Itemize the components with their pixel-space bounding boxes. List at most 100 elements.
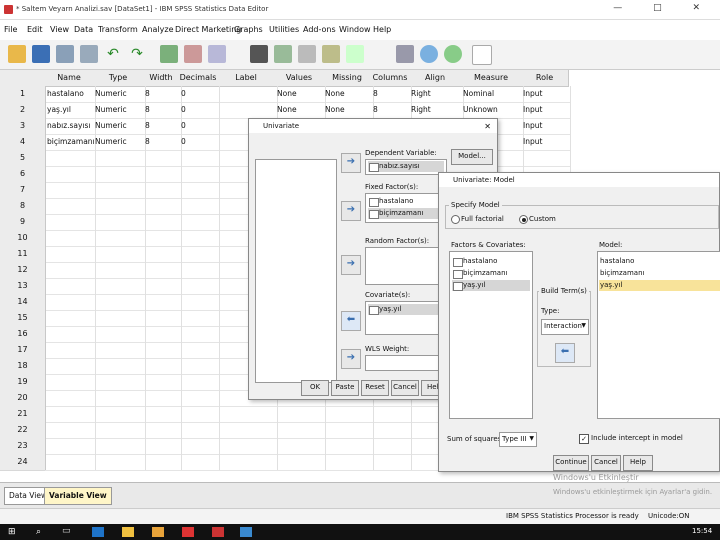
add-term-arrow-icon[interactable]: ⬅ <box>555 343 575 363</box>
continue-button[interactable]: Continue <box>553 455 589 471</box>
store-icon[interactable] <box>152 527 164 537</box>
factor-item[interactable]: yaş.yıl <box>452 280 530 291</box>
col-header-values[interactable]: Values <box>275 70 324 87</box>
cell-name[interactable] <box>45 214 96 231</box>
fixed-factors-list[interactable]: hastalano biçimzamanı <box>365 193 447 223</box>
goto-variable-icon[interactable] <box>184 45 202 63</box>
cell-width[interactable] <box>143 310 182 327</box>
model-term-item[interactable]: biçimzamanı <box>599 268 720 279</box>
cell-role[interactable]: Input <box>521 118 571 135</box>
cancel-button[interactable]: Cancel <box>391 380 419 396</box>
cell-width[interactable]: 8 <box>143 86 182 103</box>
cell-type[interactable] <box>93 406 146 423</box>
row-number[interactable]: 24 <box>0 454 46 471</box>
insert-variable-icon[interactable] <box>298 45 316 63</box>
cell-type[interactable] <box>93 246 146 263</box>
cell-role[interactable]: Input <box>521 134 571 151</box>
row-number[interactable]: 21 <box>0 406 46 423</box>
cell-type[interactable] <box>93 422 146 439</box>
weight-cases-icon[interactable] <box>346 45 364 63</box>
cell-type[interactable] <box>93 294 146 311</box>
cell-width[interactable] <box>143 182 182 199</box>
cell-width[interactable] <box>143 374 182 391</box>
cell-name[interactable] <box>45 182 96 199</box>
cell-values[interactable] <box>275 422 326 439</box>
reset-button[interactable]: Reset <box>361 380 389 396</box>
dependent-variable-item[interactable]: nabız.sayısı <box>368 161 444 172</box>
cell-type[interactable]: Numeric <box>93 118 146 135</box>
cell-decimals[interactable] <box>179 454 220 471</box>
cell-label[interactable] <box>217 438 278 455</box>
cell-name[interactable] <box>45 454 96 471</box>
print-icon[interactable] <box>56 45 74 63</box>
value-labels-icon[interactable] <box>420 45 438 63</box>
cell-name[interactable] <box>45 150 96 167</box>
undo-icon[interactable]: ↶ <box>104 45 122 63</box>
row-number[interactable]: 20 <box>0 390 46 407</box>
cell-decimals[interactable] <box>179 358 220 375</box>
factor-item[interactable]: biçimzamanı <box>452 268 530 279</box>
col-header-label[interactable]: Label <box>217 70 276 87</box>
cell-name[interactable] <box>45 246 96 263</box>
cell-missing[interactable] <box>323 422 374 439</box>
row-number[interactable]: 14 <box>0 294 46 311</box>
cell-type[interactable] <box>93 198 146 215</box>
covariate-item[interactable]: yaş.yıl <box>368 304 444 315</box>
move-random-arrow-icon[interactable]: ➔ <box>341 255 361 275</box>
include-intercept-checkbox[interactable]: ✓ <box>579 434 589 444</box>
cell-values[interactable] <box>275 438 326 455</box>
cell-decimals[interactable] <box>179 150 220 167</box>
col-header-measure[interactable]: Measure <box>461 70 522 87</box>
cell-decimals[interactable] <box>179 230 220 247</box>
row-number[interactable]: 22 <box>0 422 46 439</box>
cell-decimals[interactable] <box>179 262 220 279</box>
cell-decimals[interactable] <box>179 438 220 455</box>
menu-help[interactable]: Help <box>373 25 391 34</box>
cell-decimals[interactable] <box>179 422 220 439</box>
cell-name[interactable]: biçimzamanı <box>45 134 96 151</box>
cell-type[interactable] <box>93 390 146 407</box>
cell-align[interactable]: Right <box>409 86 464 103</box>
menu-transform[interactable]: Transform <box>98 25 138 34</box>
random-factors-list[interactable] <box>365 247 447 285</box>
source-variable-list[interactable] <box>255 159 337 383</box>
windows-start-icon[interactable]: ⊞ <box>8 527 16 537</box>
cell-name[interactable] <box>45 438 96 455</box>
edge-icon[interactable] <box>92 527 104 537</box>
row-number[interactable]: 10 <box>0 230 46 247</box>
row-number[interactable]: 12 <box>0 262 46 279</box>
cell-name[interactable] <box>45 358 96 375</box>
cell-type[interactable] <box>93 182 146 199</box>
fixed-factor-item[interactable]: hastalano <box>368 196 444 207</box>
row-number[interactable]: 5 <box>0 150 46 167</box>
cell-width[interactable] <box>143 342 182 359</box>
select-cases-icon[interactable] <box>396 45 414 63</box>
cell-type[interactable] <box>93 278 146 295</box>
fixed-factor-item[interactable]: biçimzamanı <box>368 208 444 219</box>
row-number[interactable]: 15 <box>0 310 46 327</box>
cell-width[interactable] <box>143 358 182 375</box>
cell-width[interactable] <box>143 214 182 231</box>
cell-type[interactable] <box>93 166 146 183</box>
cell-type[interactable] <box>93 438 146 455</box>
search-icon[interactable]: ⌕ <box>36 527 41 537</box>
cell-decimals[interactable] <box>179 406 220 423</box>
cell-width[interactable] <box>143 326 182 343</box>
cell-type[interactable] <box>93 214 146 231</box>
menu-edit[interactable]: Edit <box>27 25 43 34</box>
cell-decimals[interactable]: 0 <box>179 86 220 103</box>
cell-align[interactable]: Right <box>409 102 464 119</box>
cell-name[interactable] <box>45 278 96 295</box>
cell-name[interactable] <box>45 374 96 391</box>
row-number[interactable]: 8 <box>0 198 46 215</box>
row-number[interactable]: 7 <box>0 182 46 199</box>
row-number[interactable]: 1 <box>0 86 46 103</box>
spss-taskbar-icon[interactable] <box>182 527 194 537</box>
cell-decimals[interactable]: 0 <box>179 134 220 151</box>
wls-weight-field[interactable] <box>365 355 447 371</box>
cell-width[interactable] <box>143 438 182 455</box>
cell-role[interactable] <box>521 150 571 167</box>
cell-values[interactable]: None <box>275 102 326 119</box>
cell-decimals[interactable]: 0 <box>179 102 220 119</box>
cell-decimals[interactable]: 0 <box>179 118 220 135</box>
